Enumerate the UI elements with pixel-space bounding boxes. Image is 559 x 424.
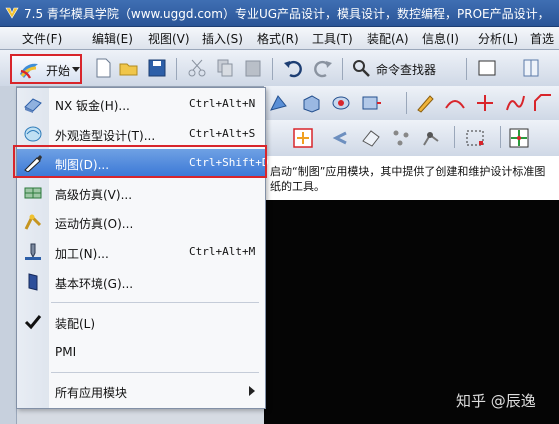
menu-preferences[interactable]: 首选	[530, 30, 554, 47]
rectangle-select-dashed-icon[interactable]	[464, 127, 486, 149]
start-menu: NX 钣金(H)... Ctrl+Alt+N 外观造型设计(T)... Ctrl…	[16, 87, 268, 409]
menu-item-label: 基本环境(G)...	[55, 277, 134, 291]
menu-item-gateway[interactable]: 基本环境(G)...	[17, 268, 265, 296]
menu-format[interactable]: 格式(R)	[257, 30, 299, 47]
menu-analysis[interactable]: 分析(L)	[478, 30, 518, 47]
menu-item-manufacturing[interactable]: 加工(N)... Ctrl+Alt+M	[17, 238, 265, 266]
feature-point-icon[interactable]	[420, 127, 442, 149]
hole-icon[interactable]	[360, 92, 382, 114]
menu-item-label: 外观造型设计(T)...	[55, 129, 156, 143]
menu-information[interactable]: 信息(I)	[422, 30, 459, 47]
cut-icon[interactable]	[186, 57, 208, 79]
menu-item-all-applications[interactable]: 所有应用模块	[17, 377, 265, 405]
copy-icon[interactable]	[214, 57, 236, 79]
motion-simulation-icon	[24, 214, 42, 230]
command-finder-label[interactable]: 命令查找器	[376, 61, 436, 78]
menu-view[interactable]: 视图(V)	[148, 30, 190, 47]
manufacturing-icon	[25, 243, 41, 260]
advanced-simulation-icon	[24, 187, 42, 199]
menu-assembly[interactable]: 装配(A)	[367, 30, 409, 47]
start-button[interactable]: 开始	[10, 54, 82, 84]
chevron-down-icon	[72, 67, 80, 72]
menu-item-assembly[interactable]: 装配(L)	[17, 308, 265, 336]
selection-toolbar	[264, 120, 559, 157]
menu-file[interactable]: 文件(F)	[22, 30, 62, 47]
menu-item-label: 运动仿真(O)...	[55, 217, 134, 231]
submenu-arrow-icon	[249, 386, 255, 396]
revolve-icon[interactable]	[330, 92, 352, 114]
menu-item-shape-studio[interactable]: 外观造型设计(T)... Ctrl+Alt+S	[17, 120, 265, 148]
redo-icon[interactable]	[312, 57, 334, 79]
start-button-label: 开始	[46, 64, 71, 78]
gateway-icon	[28, 273, 38, 291]
menu-item-label: 高级仿真(V)...	[55, 188, 133, 202]
menu-tools[interactable]: 工具(T)	[312, 30, 353, 47]
resource-bar	[0, 86, 17, 424]
start-icon	[20, 63, 38, 79]
menu-item-label: 装配(L)	[55, 317, 96, 331]
command-finder-icon[interactable]	[350, 57, 372, 79]
brush-icon[interactable]	[414, 92, 436, 114]
spline-icon[interactable]	[504, 92, 526, 114]
save-icon[interactable]	[146, 57, 168, 79]
paste-icon[interactable]	[242, 57, 264, 79]
app-logo-icon	[5, 7, 19, 19]
title-bar: 7.5 青华模具学院（www.uggd.com）专业UG产品设计，模具设计，数控…	[0, 0, 559, 27]
menu-item-motion-simulation[interactable]: 运动仿真(O)...	[17, 208, 265, 236]
menu-separator	[51, 302, 259, 303]
highlight-box	[13, 145, 267, 178]
menu-item-sheet-metal[interactable]: NX 钣金(H)... Ctrl+Alt+N	[17, 90, 265, 118]
menu-item-shortcut: Ctrl+Alt+N	[189, 97, 256, 110]
menu-item-shortcut: Ctrl+Alt+S	[189, 127, 256, 140]
checkmark-icon	[24, 315, 42, 330]
feature-toolbar	[264, 86, 559, 120]
open-folder-icon[interactable]	[118, 57, 140, 79]
menu-edit[interactable]: 编辑(E)	[92, 30, 133, 47]
snap-point-icon[interactable]	[292, 127, 314, 149]
menu-item-shortcut: Ctrl+Alt+M	[189, 245, 256, 258]
curve-icon[interactable]	[444, 92, 466, 114]
status-hint-text: 启动“制图”应用模块，其中提供了创建和维护设计标准图纸的工具。	[270, 165, 546, 193]
menu-separator	[51, 372, 259, 373]
menu-item-label: 加工(N)...	[55, 247, 109, 261]
menu-item-label: NX 钣金(H)...	[55, 99, 130, 113]
menu-item-pmi[interactable]: PMI	[17, 338, 265, 366]
standard-toolbar: 命令查找器	[0, 50, 559, 87]
menu-insert[interactable]: 插入(S)	[202, 30, 243, 47]
sketch-icon[interactable]	[268, 92, 290, 114]
new-file-icon[interactable]	[92, 57, 114, 79]
rectangle-select-icon[interactable]	[476, 57, 498, 79]
snap-cross-icon[interactable]	[508, 127, 530, 149]
back-arrow-icon[interactable]	[330, 127, 352, 149]
window-title: 7.5 青华模具学院（www.uggd.com）专业UG产品设计，模具设计，数控…	[24, 7, 550, 21]
menu-item-advanced-simulation[interactable]: 高级仿真(V)...	[17, 179, 265, 207]
extrude-icon[interactable]	[300, 92, 322, 114]
sheet-metal-icon	[24, 98, 42, 113]
menu-item-label: PMI	[55, 345, 77, 359]
menu-item-label: 所有应用模块	[55, 386, 128, 400]
undo-icon[interactable]	[282, 57, 304, 79]
watermark: 知乎 @辰逸	[456, 392, 536, 410]
shape-studio-icon	[24, 126, 42, 142]
point-set-icon[interactable]	[390, 127, 412, 149]
chamfer-icon[interactable]	[532, 92, 554, 114]
layer-icon[interactable]	[520, 57, 542, 79]
trim-icon[interactable]	[474, 92, 496, 114]
menu-bar: 文件(F) 编辑(E) 视图(V) 插入(S) 格式(R) 工具(T) 装配(A…	[0, 27, 559, 50]
status-hint-panel: 启动“制图”应用模块，其中提供了创建和维护设计标准图纸的工具。	[264, 156, 559, 201]
eraser-icon[interactable]	[360, 127, 382, 149]
